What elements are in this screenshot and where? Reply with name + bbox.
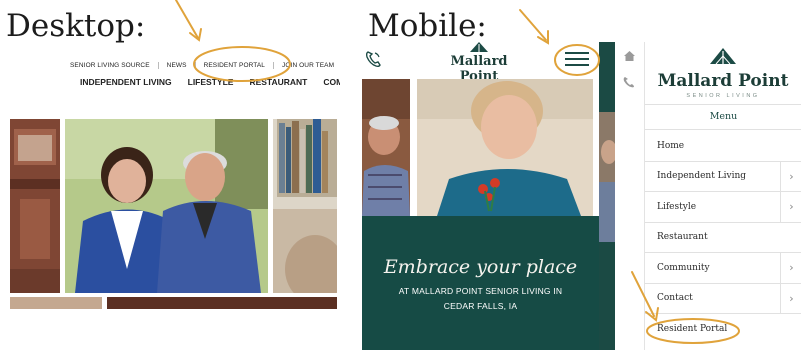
mobile-hero: Embrace your place AT MALLARD POINT SENI… (362, 216, 599, 350)
mobile-frame: Mallard Point SENIOR LIVING (362, 42, 599, 350)
desktop-main-nav: INDEPENDENT LIVING LIFESTYLE RESTAURANT … (80, 77, 340, 91)
nav-community[interactable]: COMMUNITY (323, 77, 340, 91)
desktop-photo-couple (65, 119, 268, 293)
mallard-point-logo-icon (470, 42, 488, 52)
mobile-caption: Mobile: (368, 8, 487, 44)
menu-item-label: Resident Portal (657, 324, 728, 335)
nav-join-our-team[interactable]: JOIN OUR TEAM (274, 62, 342, 69)
desktop-caption: Desktop: (6, 8, 146, 44)
menu-item-restaurant[interactable]: Restaurant (645, 223, 801, 253)
hero-subtitle-line2: CEDAR FALLS, IA (443, 301, 518, 311)
panel-brand-name: Mallard Point (657, 71, 789, 91)
annotation-arrow-mobile (519, 9, 547, 41)
mallard-point-logo-icon (710, 48, 736, 65)
menu-item-label: Independent Living (657, 171, 747, 182)
menu-panel: Mallard Point SENIOR LIVING Menu Home In… (644, 42, 801, 350)
menu-item-label: Home (657, 140, 685, 151)
chevron-right-icon[interactable]: › (780, 253, 801, 283)
panel-brand-tagline: SENIOR LIVING (686, 93, 760, 99)
panel-logo[interactable]: Mallard Point SENIOR LIVING (645, 48, 801, 99)
menu-item-label: Community (657, 262, 710, 273)
menu-item-contact[interactable]: Contact › (645, 283, 801, 314)
hero-subtitle: AT MALLARD POINT SENIOR LIVING IN CEDAR … (362, 284, 599, 314)
desktop-photo-left (10, 119, 60, 293)
menu-item-label: Lifestyle (657, 201, 697, 212)
menu-item-resident-portal[interactable]: Resident Portal (645, 314, 801, 345)
hamburger-menu-icon[interactable] (565, 51, 589, 67)
chevron-right-icon[interactable]: › (780, 161, 801, 191)
annotation-arrow-desktop (175, 0, 199, 39)
mobile-photo-man (362, 79, 410, 216)
menu-item-community[interactable]: Community › (645, 253, 801, 284)
nav-news[interactable]: NEWS (159, 61, 196, 69)
mobile-photo-woman (417, 79, 593, 216)
chevron-right-icon[interactable]: › (780, 283, 801, 313)
side-icons-column (615, 42, 644, 350)
phone-icon[interactable] (365, 50, 381, 68)
home-icon[interactable] (623, 50, 636, 62)
nav-senior-living-source[interactable]: SENIOR LIVING SOURCE (62, 61, 159, 69)
desktop-photo-bookshelf (273, 119, 337, 293)
hero-script-heading: Embrace your place (383, 256, 578, 278)
menu-item-lifestyle[interactable]: Lifestyle › (645, 192, 801, 223)
nav-independent-living[interactable]: INDEPENDENT LIVING (80, 77, 172, 91)
menu-item-home[interactable]: Home (645, 131, 801, 162)
mobile-backdrop-strip (599, 42, 615, 350)
hero-subtitle-line1: AT MALLARD POINT SENIOR LIVING IN (398, 286, 563, 296)
desktop-utility-nav: SENIOR LIVING SOURCE NEWS RESIDENT PORTA… (62, 58, 342, 72)
nav-restaurant[interactable]: RESTAURANT (249, 77, 307, 91)
menu-item-label: Contact (657, 293, 693, 304)
chevron-right-icon[interactable]: › (780, 192, 801, 222)
menu-item-label: Restaurant (657, 232, 708, 243)
menu-list: Home Independent Living › Lifestyle › Re… (645, 131, 801, 345)
nav-lifestyle[interactable]: LIFESTYLE (188, 77, 234, 91)
phone-side-icon[interactable] (623, 76, 635, 88)
nav-resident-portal[interactable]: RESIDENT PORTAL (196, 61, 275, 69)
menu-heading: Menu (645, 104, 801, 130)
menu-item-independent-living[interactable]: Independent Living › (645, 161, 801, 192)
mobile-logo[interactable]: Mallard Point SENIOR LIVING (434, 42, 524, 89)
desktop-photo-bottom-right (107, 297, 337, 309)
desktop-photo-bottom-left (10, 297, 102, 309)
